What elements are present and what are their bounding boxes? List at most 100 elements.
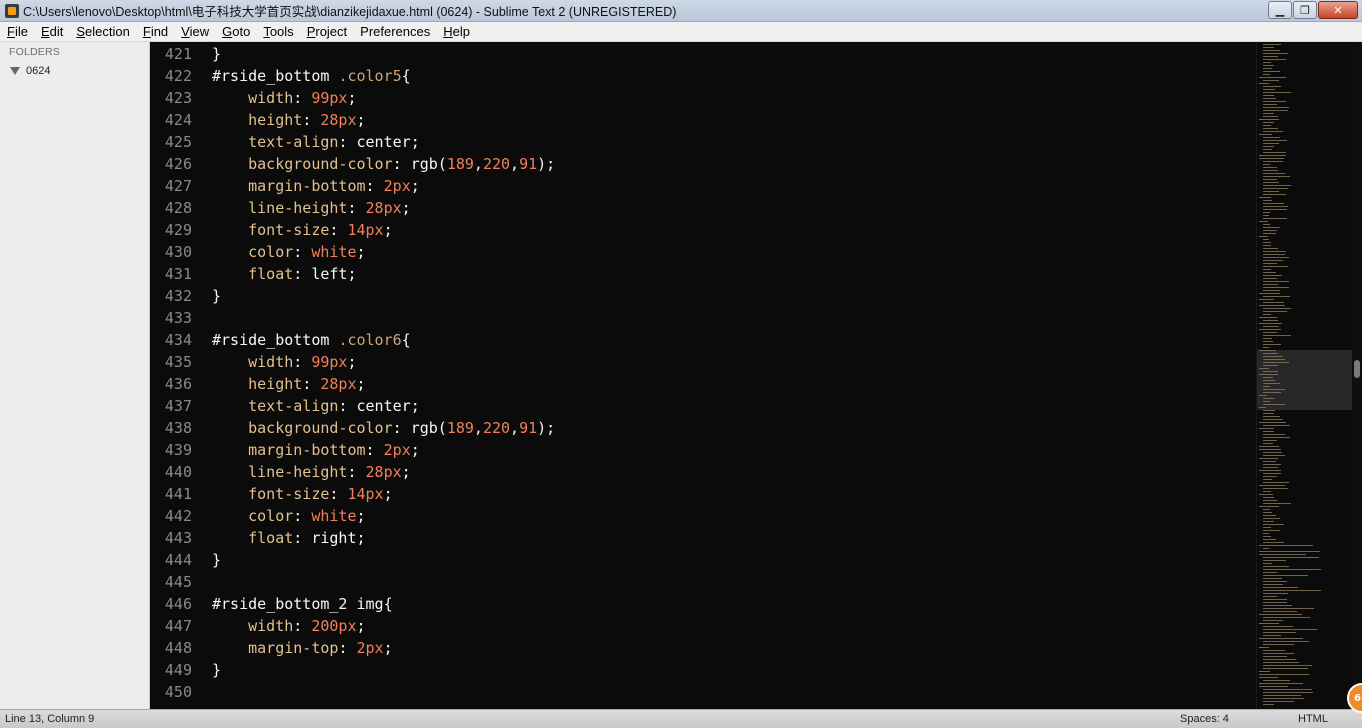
code-line[interactable]: 447 width: 200px;: [150, 615, 1256, 637]
minimap-line: [1263, 122, 1274, 123]
folder-item-0624[interactable]: 0624: [10, 65, 50, 77]
code-line[interactable]: 423 width: 99px;: [150, 87, 1256, 109]
menu-edit[interactable]: Edit: [34, 24, 69, 39]
token-pun: :: [302, 111, 321, 129]
minimap-line: [1263, 281, 1289, 282]
code-line[interactable]: 444}: [150, 549, 1256, 571]
minimap-line: [1263, 617, 1310, 618]
minimap-line: [1263, 149, 1272, 150]
code-line[interactable]: 432}: [150, 285, 1256, 307]
code-line[interactable]: 441 font-size: 14px;: [150, 483, 1256, 505]
minimap-line: [1263, 356, 1283, 357]
minimap-line: [1263, 563, 1272, 564]
line-source: width: 200px;: [212, 615, 365, 637]
syntax-selector[interactable]: HTML: [1298, 713, 1328, 725]
code-line[interactable]: 434 #rside_bottom .color6{: [150, 329, 1256, 351]
minimap-line: [1259, 407, 1266, 408]
code-line[interactable]: 443 float: right;: [150, 527, 1256, 549]
token-prop: margin-top: [248, 639, 339, 657]
menu-project[interactable]: Project: [300, 24, 353, 39]
code-line[interactable]: 439 margin-bottom: 2px;: [150, 439, 1256, 461]
code-line[interactable]: 450: [150, 681, 1256, 703]
code-line[interactable]: 431 float: left;: [150, 263, 1256, 285]
minimap-line: [1263, 287, 1289, 288]
menu-find[interactable]: Find: [136, 24, 174, 39]
line-number: 425: [164, 133, 192, 151]
line-number: 449: [164, 661, 192, 679]
minimap-line: [1263, 242, 1271, 243]
token-pun: ;: [410, 133, 420, 151]
minimap-line: [1263, 557, 1319, 558]
minimize-button[interactable]: ▁: [1268, 1, 1292, 19]
minimap-line: [1263, 359, 1285, 360]
token-prop: font-size: [248, 221, 330, 239]
restore-button[interactable]: ❐: [1293, 1, 1317, 19]
minimap-line: [1263, 596, 1277, 597]
minimap-line: [1263, 689, 1312, 690]
code-line[interactable]: 421}: [150, 43, 1256, 65]
line-source: color: white;: [212, 505, 365, 527]
code-line[interactable]: 449}: [150, 659, 1256, 681]
code-line[interactable]: 446 #rside_bottom_2 img{: [150, 593, 1256, 615]
code-line[interactable]: 442 color: white;: [150, 505, 1256, 527]
minimap-line: [1259, 317, 1277, 318]
code-line[interactable]: 427 margin-bottom: 2px;: [150, 175, 1256, 197]
code-line[interactable]: 430 color: white;: [150, 241, 1256, 263]
code-line[interactable]: 438 background-color: rgb(189,220,91);: [150, 417, 1256, 439]
code-line[interactable]: 425 text-align: center;: [150, 131, 1256, 153]
code-line[interactable]: 422 #rside_bottom .color5{: [150, 65, 1256, 87]
scrollbar-thumb[interactable]: [1354, 360, 1360, 378]
token-pun: :: [329, 221, 348, 239]
token-pun: :: [302, 375, 321, 393]
minimap-line: [1263, 692, 1313, 693]
code-line[interactable]: 429 font-size: 14px;: [150, 219, 1256, 241]
code-editor[interactable]: 421} 422 #rside_bottom .color5{423 width: …: [150, 42, 1256, 709]
token-pun: ,: [473, 419, 483, 437]
code-line[interactable]: 428 line-height: 28px;: [150, 197, 1256, 219]
menu-selection[interactable]: Selection: [69, 24, 135, 39]
code-line[interactable]: 435 width: 99px;: [150, 351, 1256, 373]
minimap-line: [1263, 500, 1277, 501]
token-pun: :: [392, 419, 411, 437]
menu-label: oto: [232, 24, 251, 39]
indentation-setting[interactable]: Spaces: 4: [1180, 713, 1229, 725]
token-pun: :: [347, 463, 366, 481]
token-pun: }: [212, 661, 222, 679]
menu-tools[interactable]: Tools: [256, 24, 299, 39]
minimap[interactable]: [1256, 42, 1352, 709]
token-pun: [212, 89, 248, 107]
token-pun: [212, 265, 248, 283]
vertical-scrollbar[interactable]: [1352, 42, 1362, 709]
code-line[interactable]: 433: [150, 307, 1256, 329]
menu-goto[interactable]: Goto: [215, 24, 256, 39]
token-pun: :: [293, 89, 312, 107]
code-line[interactable]: 424 height: 28px;: [150, 109, 1256, 131]
minimap-line: [1259, 647, 1269, 648]
menu-file[interactable]: File: [0, 24, 34, 39]
token-pun: [212, 133, 248, 151]
code-line[interactable]: 448 margin-top: 2px;: [150, 637, 1256, 659]
line-number: 438: [164, 419, 192, 437]
minimap-line: [1263, 521, 1274, 522]
menu-preferences[interactable]: Preferences: [353, 24, 436, 39]
minimap-line: [1263, 365, 1278, 366]
code-line[interactable]: 437 text-align: center;: [150, 395, 1256, 417]
token-pun: }: [212, 45, 222, 63]
token-pun: [212, 507, 248, 525]
minimap-line: [1259, 293, 1280, 294]
minimap-line: [1263, 143, 1279, 144]
minimap-line: [1263, 113, 1274, 114]
token-pun: :: [347, 199, 366, 217]
minimap-line: [1263, 320, 1278, 321]
minimap-line: [1263, 47, 1274, 48]
code-line[interactable]: 436 height: 28px;: [150, 373, 1256, 395]
code-line[interactable]: 445: [150, 571, 1256, 593]
menu-view[interactable]: View: [174, 24, 215, 39]
minimap-line: [1259, 494, 1273, 495]
minimap-line: [1263, 215, 1269, 216]
code-line[interactable]: 426 background-color: rgb(189,220,91);: [150, 153, 1256, 175]
close-button[interactable]: ✕: [1318, 1, 1358, 19]
menu-help[interactable]: Help: [436, 24, 476, 39]
code-line[interactable]: 440 line-height: 28px;: [150, 461, 1256, 483]
triangle-down-icon[interactable]: [10, 67, 20, 75]
